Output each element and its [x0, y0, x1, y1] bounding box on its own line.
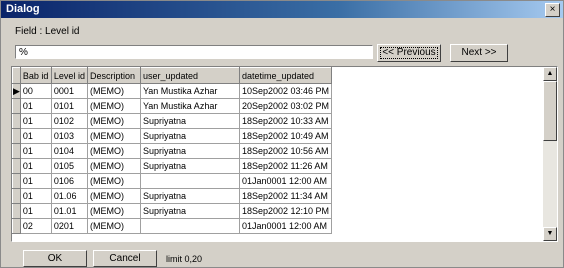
- table-row[interactable]: ▶ 00 0001 (MEMO) Yan Mustika Azhar 10Sep…: [12, 83, 333, 99]
- column-header-user-updated[interactable]: user_updated: [139, 67, 240, 84]
- row-indicator: [12, 158, 21, 174]
- cell-level-id[interactable]: 0101: [50, 98, 88, 114]
- cell-bab-id[interactable]: 01: [19, 188, 52, 204]
- cell-description[interactable]: (MEMO): [86, 188, 141, 204]
- cell-datetime-updated[interactable]: 18Sep2002 12:10 PM: [238, 203, 333, 219]
- field-label: Field : Level id: [15, 26, 80, 37]
- cell-bab-id[interactable]: 01: [19, 128, 52, 144]
- cell-user-updated[interactable]: [139, 218, 240, 234]
- row-indicator: [12, 203, 21, 219]
- cell-description[interactable]: (MEMO): [86, 128, 141, 144]
- cell-user-updated[interactable]: Supriyatna: [139, 203, 240, 219]
- cell-user-updated[interactable]: Supriyatna: [139, 113, 240, 129]
- table-row[interactable]: 01 0102 (MEMO) Supriyatna 18Sep2002 10:3…: [12, 113, 333, 129]
- cell-level-id[interactable]: 0104: [50, 143, 88, 159]
- cell-level-id[interactable]: 01.06: [50, 188, 88, 204]
- header-row: Bab id Level id Description user_updated…: [12, 67, 333, 84]
- row-indicator: [12, 113, 21, 129]
- cell-level-id[interactable]: 0001: [50, 83, 88, 99]
- cell-bab-id[interactable]: 01: [19, 143, 52, 159]
- cell-description[interactable]: (MEMO): [86, 113, 141, 129]
- row-indicator: [12, 128, 21, 144]
- column-header-level-id[interactable]: Level id: [50, 67, 88, 84]
- cell-user-updated[interactable]: [139, 173, 240, 189]
- dialog-window: Dialog × Field : Level id % << Previous …: [0, 0, 564, 268]
- column-header-description[interactable]: Description: [86, 67, 141, 84]
- row-indicator: [12, 188, 21, 204]
- cell-bab-id[interactable]: 02: [19, 218, 52, 234]
- column-header-bab-id[interactable]: Bab id: [19, 67, 52, 84]
- cell-level-id[interactable]: 01.01: [50, 203, 88, 219]
- cell-description[interactable]: (MEMO): [86, 173, 141, 189]
- cell-datetime-updated[interactable]: 18Sep2002 11:26 AM: [238, 158, 333, 174]
- cell-bab-id[interactable]: 01: [19, 158, 52, 174]
- current-row-indicator-icon: ▶: [12, 83, 21, 99]
- cell-level-id[interactable]: 0201: [50, 218, 88, 234]
- table-row[interactable]: 01 0103 (MEMO) Supriyatna 18Sep2002 10:4…: [12, 128, 333, 144]
- row-indicator-header: [12, 67, 21, 84]
- table-row[interactable]: 01 0101 (MEMO) Yan Mustika Azhar 20Sep20…: [12, 98, 333, 114]
- cell-description[interactable]: (MEMO): [86, 158, 141, 174]
- scroll-down-button[interactable]: ▼: [543, 227, 557, 241]
- arrow-down-icon: ▼: [546, 230, 554, 237]
- cell-description[interactable]: (MEMO): [86, 218, 141, 234]
- cell-datetime-updated[interactable]: 18Sep2002 10:49 AM: [238, 128, 333, 144]
- cell-user-updated[interactable]: Yan Mustika Azhar: [139, 98, 240, 114]
- row-indicator: [12, 218, 21, 234]
- cell-description[interactable]: (MEMO): [86, 83, 141, 99]
- table-row[interactable]: 01 0104 (MEMO) Supriyatna 18Sep2002 10:5…: [12, 143, 333, 159]
- arrow-up-icon: ▲: [546, 70, 554, 77]
- cell-user-updated[interactable]: Yan Mustika Azhar: [139, 83, 240, 99]
- cell-level-id[interactable]: 0102: [50, 113, 88, 129]
- limit-status-text: limit 0,20: [166, 254, 203, 264]
- window-title: Dialog: [6, 3, 40, 15]
- cell-user-updated[interactable]: Supriyatna: [139, 158, 240, 174]
- cell-user-updated[interactable]: Supriyatna: [139, 128, 240, 144]
- cell-level-id[interactable]: 0105: [50, 158, 88, 174]
- filter-input[interactable]: %: [15, 45, 373, 59]
- column-header-datetime-updated[interactable]: datetime_updated: [238, 67, 333, 84]
- table-row[interactable]: 01 0106 (MEMO) 01Jan0001 12:00 AM: [12, 173, 333, 189]
- cell-level-id[interactable]: 0103: [50, 128, 88, 144]
- data-grid[interactable]: Bab id Level id Description user_updated…: [11, 66, 558, 242]
- scroll-thumb[interactable]: [543, 81, 557, 141]
- close-icon: ×: [549, 4, 556, 15]
- table-row[interactable]: 01 01.01 (MEMO) Supriyatna 18Sep2002 12:…: [12, 203, 333, 219]
- cell-bab-id[interactable]: 01: [19, 173, 52, 189]
- cell-description[interactable]: (MEMO): [86, 98, 141, 114]
- cell-description[interactable]: (MEMO): [86, 203, 141, 219]
- cell-user-updated[interactable]: Supriyatna: [139, 143, 240, 159]
- row-indicator: [12, 98, 21, 114]
- cell-datetime-updated[interactable]: 01Jan0001 12:00 AM: [238, 173, 333, 189]
- cell-bab-id[interactable]: 01: [19, 113, 52, 129]
- cell-bab-id[interactable]: 01: [19, 203, 52, 219]
- cell-datetime-updated[interactable]: 10Sep2002 03:46 PM: [238, 83, 333, 99]
- title-bar[interactable]: Dialog ×: [1, 1, 563, 18]
- row-indicator: [12, 143, 21, 159]
- table-row[interactable]: 01 01.06 (MEMO) Supriyatna 18Sep2002 11:…: [12, 188, 333, 204]
- cancel-button[interactable]: Cancel: [93, 250, 157, 267]
- close-button[interactable]: ×: [545, 3, 560, 17]
- cell-datetime-updated[interactable]: 18Sep2002 11:34 AM: [238, 188, 333, 204]
- next-button[interactable]: Next >>: [450, 44, 508, 62]
- cell-datetime-updated[interactable]: 20Sep2002 03:02 PM: [238, 98, 333, 114]
- previous-button[interactable]: << Previous: [377, 44, 441, 62]
- ok-button[interactable]: OK: [23, 250, 87, 267]
- cell-datetime-updated[interactable]: 18Sep2002 10:56 AM: [238, 143, 333, 159]
- cell-bab-id[interactable]: 01: [19, 98, 52, 114]
- row-indicator: [12, 173, 21, 189]
- records-table: Bab id Level id Description user_updated…: [12, 67, 333, 234]
- vertical-scrollbar[interactable]: ▲ ▼: [543, 67, 557, 241]
- cell-datetime-updated[interactable]: 01Jan0001 12:00 AM: [238, 218, 333, 234]
- table-row[interactable]: 01 0105 (MEMO) Supriyatna 18Sep2002 11:2…: [12, 158, 333, 174]
- cell-description[interactable]: (MEMO): [86, 143, 141, 159]
- scroll-up-button[interactable]: ▲: [543, 67, 557, 81]
- cell-datetime-updated[interactable]: 18Sep2002 10:33 AM: [238, 113, 333, 129]
- table-row[interactable]: 02 0201 (MEMO) 01Jan0001 12:00 AM: [12, 218, 333, 234]
- cell-level-id[interactable]: 0106: [50, 173, 88, 189]
- cell-user-updated[interactable]: Supriyatna: [139, 188, 240, 204]
- cell-bab-id[interactable]: 00: [19, 83, 52, 99]
